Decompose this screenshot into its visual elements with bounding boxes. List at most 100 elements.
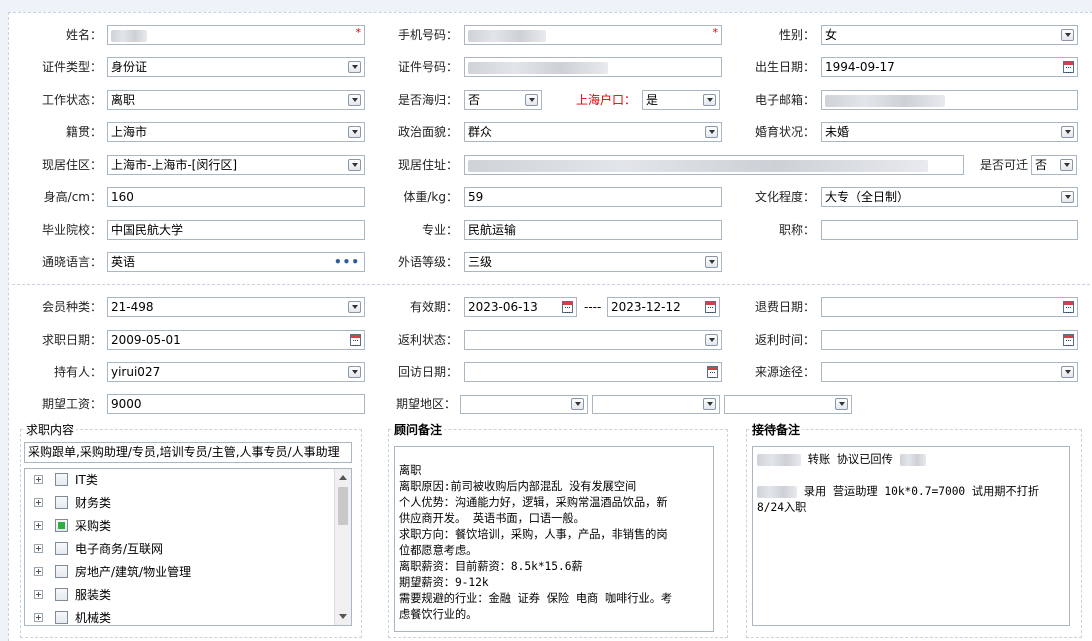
weight-input[interactable]: 59 xyxy=(464,187,722,207)
id-type-select[interactable]: 身份证 xyxy=(107,57,365,77)
advisor-notes-title: 顾问备注 xyxy=(392,423,445,437)
work-status-label: 工作状态： xyxy=(41,93,102,107)
chevron-down-icon[interactable] xyxy=(1061,366,1074,378)
calendar-icon[interactable] xyxy=(707,366,718,378)
edu-select[interactable]: 大专（全日制） xyxy=(821,187,1078,207)
weight-value: 59 xyxy=(468,190,484,204)
tree-scrollbar[interactable] xyxy=(334,469,351,625)
source-select[interactable] xyxy=(821,362,1078,382)
expand-icon[interactable] xyxy=(34,567,43,576)
calendar-icon[interactable] xyxy=(1063,61,1074,73)
tree-node-purchasing[interactable]: 采购类 xyxy=(25,515,335,537)
advisor-notes-textarea[interactable]: 离职 离职原因:前司被收购后内部混乱 没有发展空间 个人优势：沟通能力好，逻辑，… xyxy=(394,446,714,632)
chevron-down-icon[interactable] xyxy=(348,159,361,171)
chevron-down-icon[interactable] xyxy=(1060,159,1073,171)
calendar-icon[interactable] xyxy=(1063,301,1074,313)
expand-icon[interactable] xyxy=(34,498,43,507)
checkbox-partial[interactable] xyxy=(55,519,68,532)
hukou-select[interactable]: 是 xyxy=(642,90,720,110)
valid-from-input[interactable]: 2023-06-13 xyxy=(464,297,577,317)
major-input[interactable]: 民航运输 xyxy=(464,220,722,240)
chevron-down-icon[interactable] xyxy=(348,61,361,73)
chevron-down-icon[interactable] xyxy=(348,126,361,138)
tree-node-label: 电子商务/互联网 xyxy=(75,542,164,556)
checkbox[interactable] xyxy=(55,611,68,624)
chevron-down-icon[interactable] xyxy=(1061,126,1074,138)
job-summary-input[interactable]: 采购跟单,采购助理/专员,培训专员/主管,人事专员/人事助理 xyxy=(24,442,352,463)
visit-date-input[interactable] xyxy=(464,362,722,382)
checkbox[interactable] xyxy=(55,473,68,486)
chevron-down-icon[interactable] xyxy=(348,301,361,313)
area-province-select[interactable] xyxy=(460,395,588,414)
chevron-down-icon[interactable] xyxy=(1061,29,1074,41)
chevron-down-icon[interactable] xyxy=(703,94,716,106)
expand-icon[interactable] xyxy=(34,544,43,553)
tree-node-apparel[interactable]: 服装类 xyxy=(25,584,335,606)
scroll-thumb[interactable] xyxy=(338,487,348,525)
job-date-input[interactable]: 2009-05-01 xyxy=(107,330,365,350)
calendar-icon[interactable] xyxy=(562,301,573,313)
refund-date-input[interactable] xyxy=(821,297,1078,317)
chevron-down-icon[interactable] xyxy=(571,398,584,410)
chevron-down-icon[interactable] xyxy=(525,94,538,106)
address-input[interactable] xyxy=(464,155,964,175)
rebate-time-input[interactable] xyxy=(821,330,1078,350)
tree-node-it[interactable]: IT类 xyxy=(25,469,335,491)
valid-to-input[interactable]: 2023-12-12 xyxy=(607,297,720,317)
area-district-select[interactable] xyxy=(724,395,852,414)
salary-input[interactable]: 9000 xyxy=(107,394,365,414)
region-select[interactable]: 上海市-上海市-[闵行区] xyxy=(107,155,365,175)
relocate-select[interactable]: 否 xyxy=(1031,155,1077,175)
tree-node-realestate[interactable]: 房地产/建筑/物业管理 xyxy=(25,561,335,583)
expand-icon[interactable] xyxy=(34,521,43,530)
tree-node-machinery[interactable]: 机械类 xyxy=(25,607,335,625)
checkbox[interactable] xyxy=(55,588,68,601)
height-input[interactable]: 160 xyxy=(107,187,365,207)
tree-node-finance[interactable]: 财务类 xyxy=(25,492,335,514)
tree-node-ecommerce[interactable]: 电子商务/互联网 xyxy=(25,538,335,560)
expand-icon[interactable] xyxy=(34,590,43,599)
expand-icon[interactable] xyxy=(34,475,43,484)
overseas-select[interactable]: 否 xyxy=(464,90,542,110)
checkbox[interactable] xyxy=(55,565,68,578)
marital-select[interactable]: 未婚 xyxy=(821,122,1078,142)
id-no-input[interactable] xyxy=(464,57,722,77)
chevron-down-icon[interactable] xyxy=(1061,191,1074,203)
calendar-icon[interactable] xyxy=(705,301,716,313)
scroll-up-icon[interactable] xyxy=(339,475,347,480)
reception-notes-textarea[interactable]: 转账 协议已回传 录用 营运助理 10k*0.7=7000 试用期不打折 8/2… xyxy=(752,446,1070,626)
top-strip xyxy=(0,0,1092,10)
name-input[interactable]: * xyxy=(107,25,365,45)
calendar-icon[interactable] xyxy=(350,334,361,346)
school-label: 毕业院校： xyxy=(41,223,102,237)
chevron-down-icon[interactable] xyxy=(705,126,718,138)
chevron-down-icon[interactable] xyxy=(703,398,716,410)
calendar-icon[interactable] xyxy=(1063,334,1074,346)
foreign-level-select[interactable]: 三级 xyxy=(464,252,722,272)
scroll-down-icon[interactable] xyxy=(339,614,347,619)
checkbox[interactable] xyxy=(55,496,68,509)
politics-select[interactable]: 群众 xyxy=(464,122,722,142)
holder-select[interactable]: yirui027 xyxy=(107,362,365,382)
rebate-status-select[interactable] xyxy=(464,330,722,350)
birth-date-input[interactable]: 1994-09-17 xyxy=(821,57,1078,77)
area-city-select[interactable] xyxy=(592,395,720,414)
chevron-down-icon[interactable] xyxy=(348,94,361,106)
chevron-down-icon[interactable] xyxy=(835,398,848,410)
school-input[interactable]: 中国民航大学 xyxy=(107,220,365,240)
more-options-icon[interactable]: ••• xyxy=(334,253,360,271)
chevron-down-icon[interactable] xyxy=(705,334,718,346)
lang-input[interactable]: 英语 ••• xyxy=(107,252,365,272)
checkbox[interactable] xyxy=(55,542,68,555)
gender-select[interactable]: 女 xyxy=(821,25,1078,45)
title-input[interactable] xyxy=(821,220,1078,240)
email-input[interactable] xyxy=(821,90,1078,110)
chevron-down-icon[interactable] xyxy=(705,256,718,268)
chevron-down-icon[interactable] xyxy=(348,366,361,378)
hukou-label: 上海户口： xyxy=(575,93,636,107)
member-type-select[interactable]: 21-498 xyxy=(107,297,365,317)
expand-icon[interactable] xyxy=(34,613,43,622)
native-select[interactable]: 上海市 xyxy=(107,122,365,142)
work-status-select[interactable]: 离职 xyxy=(107,90,365,110)
phone-input[interactable]: * xyxy=(464,25,722,45)
